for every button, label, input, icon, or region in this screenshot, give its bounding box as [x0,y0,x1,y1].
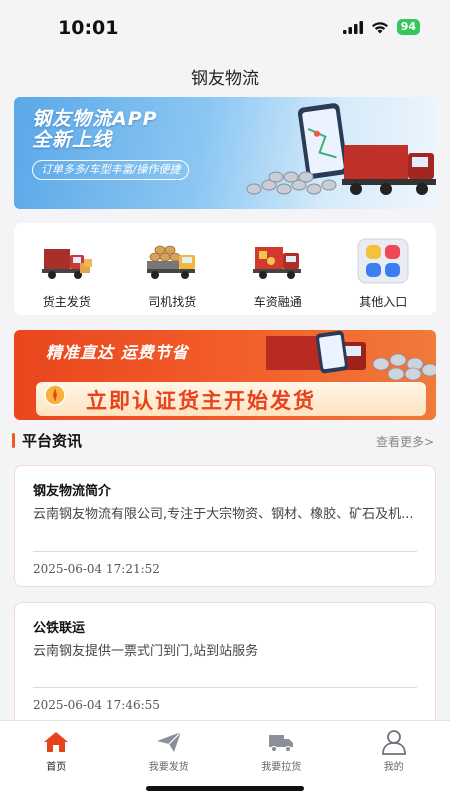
news-section-title: 平台资讯 [22,432,83,450]
signal-icon [342,20,363,34]
status-icons: 94 [342,19,420,35]
shipper-verify-banner[interactable]: 精准直达 运费节省 立即认证货主开始发货 [14,330,436,420]
promo-headline: 精准直达 运费节省 [46,343,189,362]
news-section-header: 平台资讯 查看更多> [12,430,438,452]
paper-plane-icon [155,729,183,755]
news-card-time: 2025-06-04 17:46:55 [33,698,160,712]
app-launch-banner[interactable]: 钢友物流APP 全新上线 订单多多/车型丰富/操作便捷 [14,97,436,209]
banner-title-line1: 钢友物流APP [32,108,158,130]
banner-title: 钢友物流APP 全新上线 [32,109,158,151]
banner-tagline: 订单多多/车型丰富/操作便捷 [32,160,190,180]
news-card-time: 2025-06-04 17:21:52 [33,562,160,576]
quick-other-entry[interactable]: 其他入口 [331,223,437,315]
card-divider [33,551,417,552]
section-accent-bar [12,433,15,448]
tab-home[interactable]: 首页 [0,721,113,800]
driver-truck-icon [144,237,200,285]
tab-profile[interactable]: 我的 [338,721,450,800]
phone-truck-illustration [246,103,436,195]
quick-label: 车资融通 [253,295,302,309]
news-card[interactable]: 公铁联运 云南钢友提供一票式门到门,站到站服务 2025-06-04 17:46… [14,602,436,728]
quick-label: 货主发货 [42,295,91,309]
news-card[interactable]: 钢友物流简介 云南钢友物流有限公司,专注于大宗物资、钢材、橡胶、矿石及机... … [14,465,436,587]
tab-label: 我要拉货 [261,762,302,773]
battery-indicator: 94 [396,19,420,35]
quick-driver-find[interactable]: 司机找货 [120,223,226,315]
view-more-link[interactable]: 查看更多> [376,433,434,450]
status-time: 10:01 [58,17,119,39]
card-divider [33,687,417,688]
news-card-title: 钢友物流简介 [33,484,112,499]
home-icon [42,729,70,755]
quick-label: 司机找货 [148,295,197,309]
user-icon [380,729,408,755]
grid-apps-icon [355,237,411,285]
quick-finance[interactable]: 车资融通 [225,223,331,315]
tab-label: 首页 [46,762,67,773]
promo-cta-panel: 立即认证货主开始发货 [36,382,426,416]
news-card-summary: 云南钢友提供一票式门到门,站到站服务 [33,644,259,659]
truck-icon [267,729,295,755]
home-indicator [146,786,304,791]
promo-truck-illustration [266,330,436,381]
status-bar: 10:01 94 [0,0,450,54]
banner-title-line2: 全新上线 [32,129,113,151]
quick-actions: 货主发货 司机找货 车资融通 其他入口 [14,223,436,315]
finance-truck-icon [250,237,306,285]
news-card-summary: 云南钢友物流有限公司,专注于大宗物资、钢材、橡胶、矿石及机... [33,507,414,522]
tab-label: 我要发货 [148,762,189,773]
compass-icon [44,384,66,406]
page-title: 钢友物流 [191,69,259,89]
promo-cta-text: 立即认证货主开始发货 [86,389,316,413]
tab-label: 我的 [383,762,404,773]
shipper-truck-icon [39,237,95,285]
quick-label: 其他入口 [359,295,408,309]
news-card-title: 公铁联运 [33,621,86,636]
quick-shipper-send[interactable]: 货主发货 [14,223,120,315]
wifi-icon [371,21,388,33]
